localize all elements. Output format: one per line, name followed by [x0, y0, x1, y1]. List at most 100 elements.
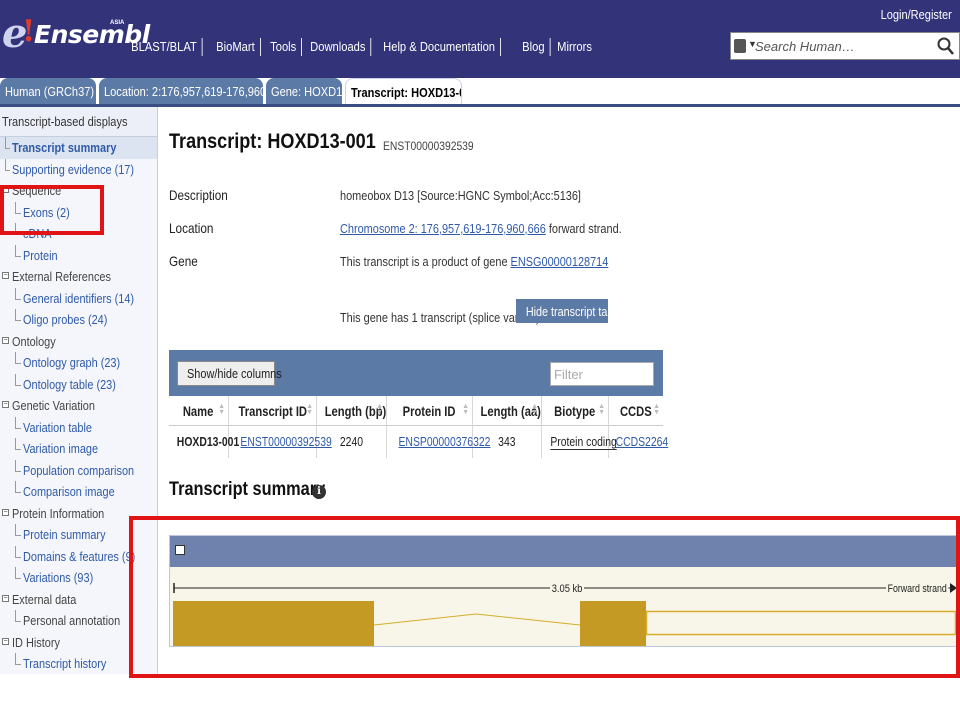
- col-biotype[interactable]: Biotype ▲ ▼: [542, 396, 609, 426]
- sort-icon: ▲ ▼: [218, 403, 225, 416]
- tab-species[interactable]: Human (GRCh37) ▼: [0, 78, 96, 105]
- tab-location-label: Location: 2:176,957,619-176,960,666: [104, 84, 263, 99]
- sidebar-item-label: General identifiers (14): [23, 290, 135, 306]
- page-title: Transcript: HOXD13-001 ENST00000392539: [169, 130, 474, 154]
- collapse-icon[interactable]: −: [2, 401, 9, 408]
- nav-blast[interactable]: BLAST/BLAT: [126, 38, 203, 56]
- nav-tools[interactable]: Tools: [265, 38, 303, 56]
- nav-group-ontology[interactable]: − Ontology: [0, 331, 157, 353]
- collapse-icon[interactable]: −: [2, 336, 9, 344]
- location-link[interactable]: Chromosome 2: 176,957,619-176,960,666: [340, 221, 546, 236]
- cell-transcript-id[interactable]: ENST00000392539: [229, 426, 332, 458]
- sidebar-item-comparison-image[interactable]: Comparison image: [0, 481, 157, 503]
- collapse-icon[interactable]: −: [2, 186, 9, 193]
- description-label: Description: [169, 187, 228, 203]
- top-nav: BLAST/BLAT BioMart Tools Downloads Help …: [126, 38, 600, 56]
- sort-icon: ▲ ▼: [531, 403, 538, 416]
- transcript-image-panel: 3.05 kb Forward strand: [169, 535, 960, 647]
- logo-region: ASIA: [110, 20, 125, 26]
- hide-transcript-table-button[interactable]: Hide transcript table: [516, 299, 622, 323]
- nav-group-genetic-variation[interactable]: − Genetic Variation: [0, 395, 157, 417]
- nav-biomart[interactable]: BioMart: [211, 38, 262, 56]
- cell-biotype: Protein coding: [542, 426, 617, 458]
- sidebar-item-variation-table[interactable]: Variation table: [0, 416, 157, 439]
- sidebar-item-label: Protein Information: [12, 505, 105, 521]
- gene-label: Gene: [169, 253, 198, 269]
- sidebar-item-exons-2[interactable]: Exons (2): [0, 201, 157, 224]
- cell-protein-id[interactable]: ENSP00000376322: [387, 426, 490, 458]
- tab-location[interactable]: Location: 2:176,957,619-176,960,666: [99, 78, 263, 105]
- sidebar-item-label: Transcript summary: [12, 140, 117, 155]
- col-name[interactable]: Name ▲ ▼: [169, 396, 229, 426]
- sidebar-item-variations-93[interactable]: Variations (93): [0, 567, 157, 589]
- sidebar-item-label: Ontology graph (23): [23, 355, 121, 370]
- col-length-bp[interactable]: Length (bp) ▲ ▼: [317, 396, 387, 426]
- main-content: Transcript: HOXD13-001 ENST00000392539 D…: [160, 107, 960, 674]
- collapse-icon[interactable]: −: [2, 637, 9, 645]
- sort-icon: ▲ ▼: [376, 403, 383, 416]
- collapse-icon[interactable]: −: [2, 508, 9, 516]
- sidebar-item-transcript-summary[interactable]: Transcript summary: [0, 137, 157, 159]
- sidebar-item-protein[interactable]: Protein: [0, 244, 157, 267]
- table-row: HOXD13-001 ENST00000392539 2240 ENSP0000…: [169, 426, 669, 458]
- sidebar-item-oligo-probes-24[interactable]: Oligo probes (24): [0, 309, 157, 331]
- tab-gene[interactable]: Gene: HOXD13: [266, 78, 342, 105]
- table-toolbar: Show/hide columns: [169, 350, 663, 396]
- nav-group-external-references[interactable]: − External References: [0, 266, 157, 288]
- cell-name: HOXD13-001: [169, 426, 239, 458]
- image-export-icon[interactable]: [175, 545, 185, 555]
- info-icon[interactable]: i: [312, 485, 326, 499]
- col-protein-id[interactable]: Protein ID ▲ ▼: [387, 396, 473, 426]
- sort-icon: ▲ ▼: [462, 403, 469, 416]
- cell-ccds[interactable]: CCDS2264: [609, 426, 669, 458]
- species-icon[interactable]: [734, 39, 746, 53]
- cell-length-aa: 343: [473, 426, 542, 458]
- intron-line: [373, 613, 581, 626]
- col-length-aa[interactable]: Length (aa) ▲ ▼: [473, 396, 542, 426]
- masthead: e ! Ensembl ASIA BLAST/BLAT BioMart Tool…: [0, 0, 960, 78]
- nav-group-sequence[interactable]: − Sequence: [0, 180, 157, 202]
- tab-gene-label: Gene: HOXD13: [271, 84, 342, 99]
- scale-label: 3.05 kb: [550, 583, 585, 595]
- nav-blog[interactable]: Blog: [517, 38, 551, 56]
- ensembl-logo[interactable]: e ! Ensembl ASIA: [2, 10, 150, 57]
- sidebar-item-general-identifiers-14[interactable]: General identifiers (14): [0, 287, 157, 310]
- search-icon[interactable]: [937, 36, 955, 56]
- collapse-icon[interactable]: −: [2, 272, 9, 279]
- search-box: ▼: [730, 32, 960, 60]
- cell-length-bp: 2240: [317, 426, 387, 458]
- gene-link[interactable]: ENSG00000128714: [511, 254, 609, 269]
- forward-strand-arrow-icon: [950, 583, 957, 593]
- nav-mirrors[interactable]: Mirrors: [552, 38, 597, 56]
- sidebar-item-personal-annotation[interactable]: Personal annotation: [0, 610, 157, 632]
- sidebar-item-supporting-evidence-17[interactable]: Supporting evidence (17): [0, 158, 157, 181]
- nav-group-id-history[interactable]: − ID History: [0, 632, 157, 654]
- sort-icon: ▲ ▼: [306, 403, 313, 416]
- exon-1[interactable]: [173, 601, 374, 646]
- login-register-link[interactable]: Login/Register: [881, 7, 952, 22]
- exon-2-utr[interactable]: [645, 610, 957, 636]
- collapse-icon[interactable]: −: [2, 594, 9, 602]
- nav-group-external-data[interactable]: − External data: [0, 589, 157, 611]
- sidebar-item-transcript-history[interactable]: Transcript history: [0, 653, 157, 674]
- search-input[interactable]: [755, 36, 935, 56]
- nav-help[interactable]: Help & Documentation: [378, 38, 501, 56]
- nav-downloads[interactable]: Downloads: [305, 38, 372, 56]
- show-hide-columns-button[interactable]: Show/hide columns: [177, 361, 282, 386]
- sidebar-item-variation-image[interactable]: Variation image: [0, 438, 157, 460]
- nav-group-protein-information[interactable]: − Protein Information: [0, 503, 157, 525]
- sidebar-item-protein-summary[interactable]: Protein summary: [0, 524, 157, 546]
- sidebar-item-label: Sequence: [12, 183, 62, 198]
- sidebar-item-domains-features-9[interactable]: Domains & features (9): [0, 545, 157, 568]
- tab-transcript[interactable]: Transcript: HOXD13-001: [345, 78, 462, 105]
- sidebar-item-label: Variation image: [23, 441, 99, 456]
- sidebar-item-ontology-graph-23[interactable]: Ontology graph (23): [0, 352, 157, 374]
- sidebar-item-label: cDNA: [23, 226, 52, 241]
- filter-input[interactable]: [550, 362, 654, 386]
- col-transcript-id[interactable]: Transcript ID ▲ ▼: [229, 396, 317, 426]
- sidebar-item-population-comparison[interactable]: Population comparison: [0, 459, 157, 482]
- sidebar-item-ontology-table-23[interactable]: Ontology table (23): [0, 373, 157, 396]
- exon-2-coding[interactable]: [580, 601, 646, 646]
- sidebar-item-cdna[interactable]: cDNA: [0, 223, 157, 245]
- col-ccds[interactable]: CCDS ▲ ▼: [609, 396, 663, 426]
